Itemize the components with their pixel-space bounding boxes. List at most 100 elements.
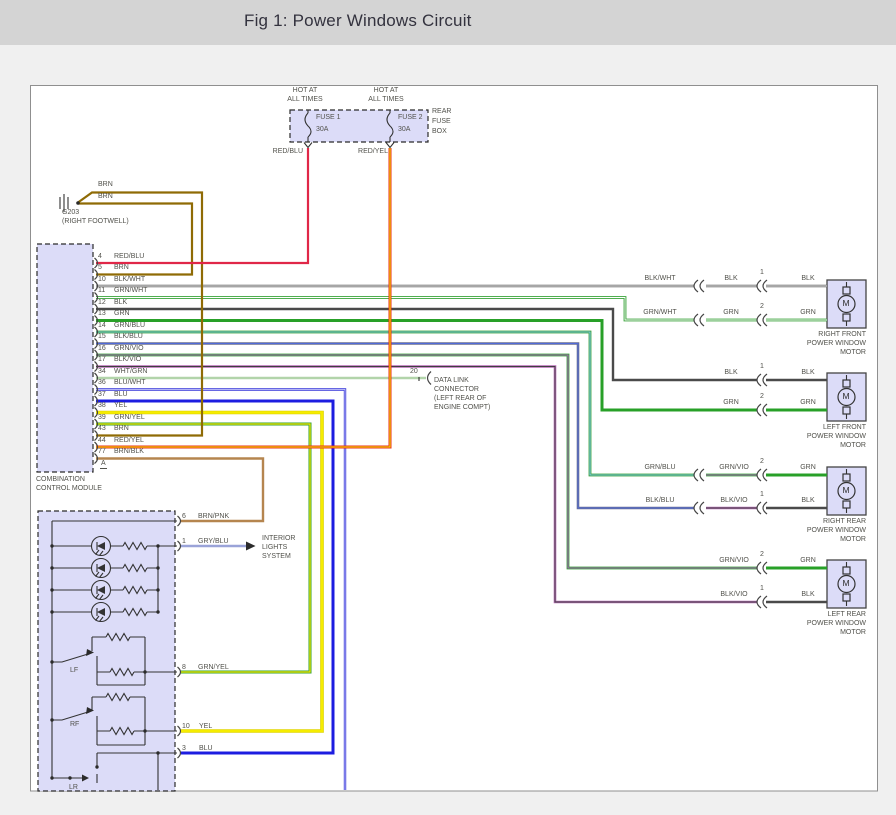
- module-pin-num: 10: [98, 276, 106, 284]
- data-link-name-1: DATA LINK: [434, 377, 469, 385]
- motor-name: RIGHT REAR: [823, 518, 866, 526]
- fuse1-name: FUSE 1: [316, 114, 341, 122]
- module-pin-a: A: [100, 460, 107, 469]
- wire-label-mid: GRN: [723, 309, 739, 317]
- module-pin-num: 16: [98, 345, 106, 353]
- module-pin-color: RED/BLU: [114, 253, 144, 261]
- module-pin-color: GRN/BLU: [114, 322, 145, 330]
- motor-symbol: M: [842, 579, 849, 587]
- motor-terminal: [843, 501, 850, 508]
- motor-symbol: M: [842, 392, 849, 400]
- motor-name: POWER WINDOW: [807, 340, 866, 348]
- data-link-name-4: ENGINE COMPT): [434, 404, 490, 412]
- module-pin-num: 13: [98, 310, 106, 318]
- wire-label-near: GRN: [800, 309, 816, 317]
- wire-label-near: BLK: [801, 591, 814, 599]
- module-pin-num: 34: [98, 368, 106, 376]
- switch-pin-num: 1: [182, 538, 186, 546]
- motor-terminal: [843, 314, 850, 321]
- module-pin-color: BLK/BLU: [114, 333, 143, 341]
- switch-label-lr: LR: [69, 784, 78, 792]
- module-pin-num: 39: [98, 414, 106, 422]
- hot-at-label-2: HOT AT: [374, 87, 399, 95]
- all-times-label-2: ALL TIMES: [368, 96, 403, 104]
- fuse-box-name-3: BOX: [432, 128, 447, 136]
- wire-label-far: GRN/WHT: [643, 309, 676, 317]
- wire-label-mid: BLK/VIO: [720, 497, 747, 505]
- data-link-name-2: CONNECTOR: [434, 386, 479, 394]
- motor-name: POWER WINDOW: [807, 620, 866, 628]
- module-pin-color: GRN/WHT: [114, 287, 147, 295]
- switch-pin-color: GRN/YEL: [198, 664, 229, 672]
- motor-name: RIGHT FRONT: [818, 331, 866, 339]
- motor-terminal: [843, 474, 850, 481]
- module-pin-num: 36: [98, 379, 106, 387]
- module-pin-num: 17: [98, 356, 106, 364]
- window-switch-box-outline: [38, 511, 175, 791]
- connector-pin-number: 2: [760, 551, 764, 559]
- wire-label-brn-2: BRN: [98, 193, 113, 201]
- module-pin-num: 38: [98, 402, 106, 410]
- switch-pin-num: 3: [182, 745, 186, 753]
- module-pin-color: BLK: [114, 299, 127, 307]
- wire-label-red-blu: RED/BLU: [273, 148, 303, 156]
- hot-at-label-1: HOT AT: [293, 87, 318, 95]
- switch-label-rf: RF: [70, 721, 79, 729]
- module-pin-num: 43: [98, 425, 106, 433]
- ground-junction-dot: [76, 201, 80, 205]
- fuse-box-name-2: FUSE: [432, 118, 451, 126]
- wire-label-near: BLK: [801, 497, 814, 505]
- wire-label-red-yel: RED/YEL: [358, 148, 388, 156]
- motor-terminal: [843, 567, 850, 574]
- wire-label-mid: BLK/VIO: [720, 591, 747, 599]
- module-pin-num: 11: [98, 287, 105, 295]
- motor-name: LEFT FRONT: [823, 424, 866, 432]
- module-pin-color: GRN/VIO: [114, 345, 144, 353]
- wire-label-mid: BLK: [724, 369, 737, 377]
- interior-lights-3: SYSTEM: [262, 553, 291, 561]
- wire-label-near: GRN: [800, 399, 816, 407]
- fuse2-name: FUSE 2: [398, 114, 423, 122]
- ground-location: (RIGHT FOOTWELL): [62, 218, 129, 226]
- switch-pin-num: 10: [182, 723, 190, 731]
- motor-name: POWER WINDOW: [807, 527, 866, 535]
- wire-label-near: GRN: [800, 464, 816, 472]
- wire-label-far: GRN/BLU: [644, 464, 675, 472]
- data-link-name-3: (LEFT REAR OF: [434, 395, 486, 403]
- fuse-box-name-1: REAR: [432, 108, 451, 116]
- motor-name: POWER WINDOW: [807, 433, 866, 441]
- connector-pin-number: 1: [760, 269, 764, 277]
- motor-terminal: [843, 287, 850, 294]
- control-module-outline: [37, 244, 93, 472]
- all-times-label-1: ALL TIMES: [287, 96, 322, 104]
- switch-pin-color: BLU: [199, 745, 213, 753]
- motor-name: MOTOR: [840, 629, 866, 637]
- motor-symbol: M: [842, 486, 849, 494]
- wire-label-brn-1: BRN: [98, 181, 113, 189]
- motor-terminal: [843, 380, 850, 387]
- switch-pin-color: GRY/BLU: [198, 538, 229, 546]
- wire-label-near: BLK: [801, 369, 814, 377]
- wire-label-mid: BLK: [724, 275, 737, 283]
- module-pin-color: BLU: [114, 391, 128, 399]
- switch-pin-color: BRN/PNK: [198, 513, 229, 521]
- motor-name: MOTOR: [840, 442, 866, 450]
- wire-label-near: BLK: [801, 275, 814, 283]
- ground-name: G203: [62, 209, 79, 217]
- switch-pin-num: 8: [182, 664, 186, 672]
- switch-pin-color: YEL: [199, 723, 212, 731]
- module-pin-num: 14: [98, 322, 106, 330]
- module-pin-num: 15: [98, 333, 106, 341]
- switch-pin-num: 6: [182, 513, 186, 521]
- wire-label-far: BLK/BLU: [646, 497, 675, 505]
- motor-terminal: [843, 594, 850, 601]
- wire-label-mid: GRN/VIO: [719, 464, 749, 472]
- interior-lights-2: LIGHTS: [262, 544, 287, 552]
- figure-viewer: Fig 1: Power Windows Circuit: [0, 0, 896, 815]
- module-pin-color: WHT/GRN: [114, 368, 147, 376]
- wire-label-far: BLK/WHT: [644, 275, 675, 283]
- module-pin-color: BRN/BLK: [114, 448, 144, 456]
- motor-name: MOTOR: [840, 536, 866, 544]
- connector-pin-number: 2: [760, 303, 764, 311]
- module-pin-color: BRN: [114, 425, 129, 433]
